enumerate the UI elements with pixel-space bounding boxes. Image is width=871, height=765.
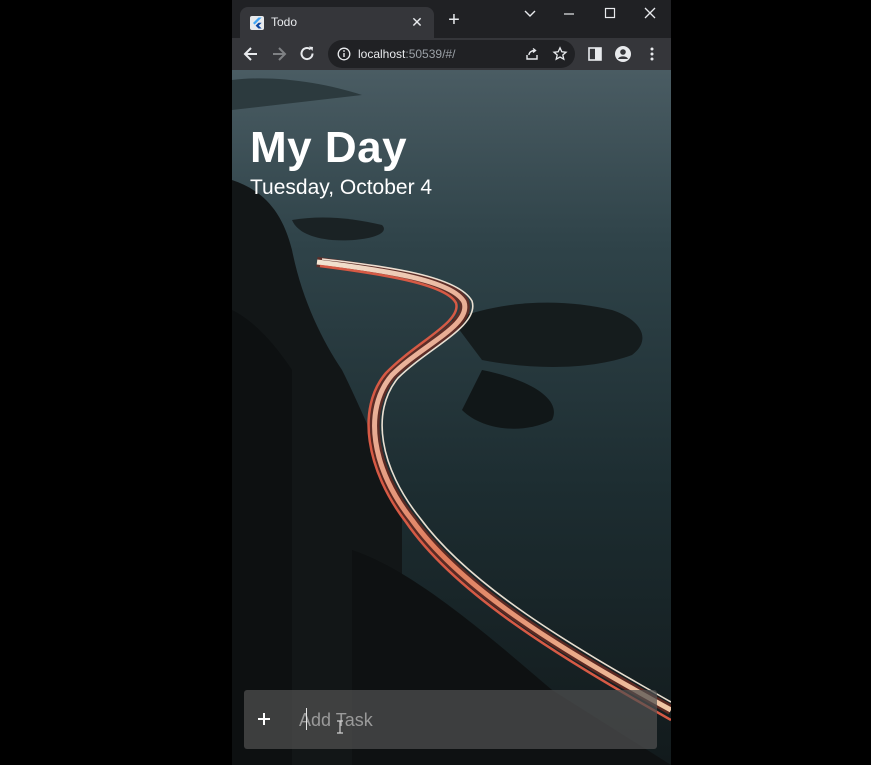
forward-arrow-icon[interactable] (269, 44, 289, 64)
reload-icon[interactable] (297, 44, 317, 64)
url-text: localhost:50539/#/ (358, 47, 456, 61)
date-subtitle: Tuesday, October 4 (250, 176, 433, 199)
info-icon[interactable] (337, 47, 351, 61)
browser-window: Todo ✕ + localhost:50539/#/ My Day Tuesd… (232, 0, 671, 765)
address-bar[interactable]: localhost:50539/#/ (328, 40, 575, 68)
side-panel-icon[interactable] (586, 45, 604, 63)
tab-strip: Todo ✕ + (232, 0, 671, 38)
back-arrow-icon[interactable] (241, 44, 261, 64)
close-window-icon[interactable] (635, 4, 665, 24)
plus-icon[interactable] (254, 709, 274, 729)
new-tab-button[interactable]: + (444, 10, 464, 30)
profile-avatar-icon[interactable] (614, 45, 632, 63)
tab-search-icon[interactable] (515, 4, 545, 24)
close-tab-icon[interactable]: ✕ (408, 13, 426, 31)
tab-todo[interactable]: Todo ✕ (240, 7, 434, 38)
flutter-icon (250, 16, 264, 30)
add-task-bar (244, 690, 657, 749)
background-photo (232, 70, 671, 765)
ibeam-cursor-icon (337, 720, 343, 734)
text-caret (306, 708, 307, 730)
star-icon[interactable] (552, 46, 568, 62)
minimize-icon[interactable] (554, 4, 584, 24)
browser-toolbar: localhost:50539/#/ (232, 38, 671, 70)
tab-title: Todo (271, 15, 298, 29)
add-task-input[interactable] (297, 704, 641, 736)
menu-kebab-icon[interactable] (643, 45, 661, 63)
page-title: My Day (250, 123, 408, 172)
share-icon[interactable] (524, 46, 540, 62)
maximize-icon[interactable] (595, 4, 625, 24)
app-page: My Day Tuesday, October 4 (232, 70, 671, 765)
